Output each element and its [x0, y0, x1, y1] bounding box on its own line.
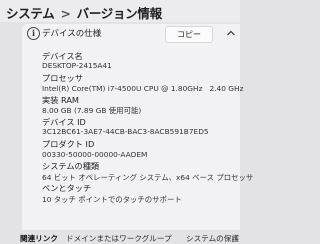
breadcrumb-separator: >	[60, 6, 71, 21]
domain-workgroup-link[interactable]: ドメインまたはワークグループ	[66, 233, 172, 244]
breadcrumb-system[interactable]: システム	[6, 6, 55, 21]
chevron-up-icon[interactable]	[226, 28, 236, 38]
device-id-value: 3C12BC61-3AE7-44CB-BAC3-8ACB591B7ED5	[42, 127, 209, 136]
pen-touch-label: ペンとタッチ	[42, 183, 92, 193]
page-header: システム > バージョン情報	[0, 0, 240, 22]
info-icon: i	[27, 27, 40, 40]
device-specs-header[interactable]: i デバイスの仕様 コピー	[22, 24, 240, 43]
copy-button[interactable]: コピー	[165, 26, 213, 43]
system-type-label: システムの種類	[42, 161, 100, 171]
ram-value: 8.00 GB (7.89 GB 使用可能)	[42, 106, 142, 115]
device-specs-title: デバイスの仕様	[42, 29, 102, 39]
system-protection-link[interactable]: システムの保護	[186, 233, 239, 244]
product-id-value: 00330-50000-00000-AAOEM	[42, 150, 148, 159]
device-specs-card: i デバイスの仕様 コピー デバイス名 DESKTOP-2415A41 プロセッ…	[22, 24, 253, 230]
breadcrumb: システム > バージョン情報	[6, 3, 162, 22]
device-name-value: DESKTOP-2415A41	[42, 61, 112, 70]
product-id-label: プロダクト ID	[42, 139, 95, 149]
processor-label: プロセッサ	[42, 73, 83, 83]
pen-touch-value: 10 タッチ ポイントでのタッチのサポート	[42, 195, 182, 204]
page-title: バージョン情報	[76, 6, 162, 21]
processor-value: Intel(R) Core(TM) i7-4500U CPU @ 1.80GHz…	[42, 84, 244, 93]
related-links-label: 関連リンク	[20, 234, 58, 243]
